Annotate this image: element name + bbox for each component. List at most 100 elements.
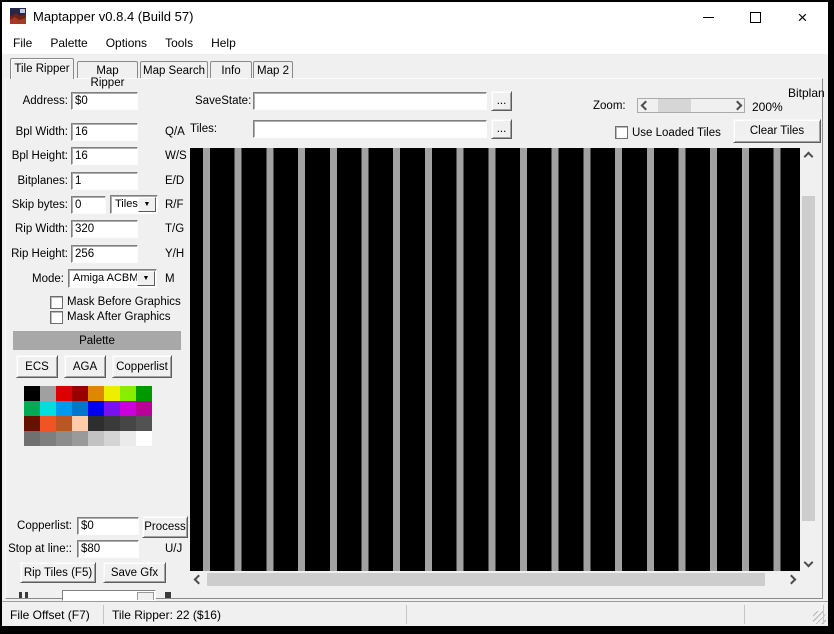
process-button[interactable]: Process — [142, 516, 188, 538]
bitplane-label: Bitplan — [788, 86, 825, 100]
palette-color-cell[interactable] — [40, 401, 56, 416]
tab-map-ripper[interactable]: Map Ripper — [77, 61, 138, 89]
status-panel-2: Tile Ripper: 22 ($16) — [106, 605, 407, 624]
stop-at-line-input[interactable] — [77, 540, 139, 558]
palette-color-cell[interactable] — [136, 431, 152, 446]
palette-color-cell[interactable] — [88, 401, 104, 416]
palette-color-cell[interactable] — [56, 386, 72, 401]
close-icon: × — [797, 7, 808, 27]
menu-palette[interactable]: Palette — [41, 34, 96, 52]
palette-color-cell[interactable] — [56, 401, 72, 416]
minimize-button[interactable] — [685, 2, 732, 32]
zoom-scrollbar[interactable] — [637, 98, 745, 113]
palette-color-cell[interactable] — [104, 431, 120, 446]
palette-grid — [24, 386, 152, 446]
palette-color-cell[interactable] — [24, 416, 40, 431]
palette-color-cell[interactable] — [40, 431, 56, 446]
bpl-height-input[interactable] — [71, 147, 138, 165]
palette-color-cell[interactable] — [136, 401, 152, 416]
bitplanes-input[interactable] — [71, 172, 138, 190]
tiles-browse-button[interactable]: ... — [491, 119, 512, 139]
mask-after-label: Mask After Graphics — [67, 311, 171, 323]
palette-color-cell[interactable] — [24, 431, 40, 446]
zoom-scrollbar-thumb[interactable] — [658, 99, 691, 112]
palette-color-cell[interactable] — [56, 416, 72, 431]
menu-options[interactable]: Options — [97, 34, 156, 52]
zoom-scroll-left-button[interactable] — [638, 99, 652, 112]
palette-color-cell[interactable] — [104, 401, 120, 416]
ecs-button[interactable]: ECS — [16, 355, 58, 378]
savestate-browse-button[interactable]: ... — [491, 91, 512, 111]
vertical-scrollbar-thumb[interactable] — [802, 196, 815, 521]
chevron-down-icon[interactable]: ▼ — [137, 271, 155, 286]
tiles-input[interactable] — [253, 120, 487, 138]
palette-color-cell[interactable] — [120, 416, 136, 431]
palette-color-cell[interactable] — [72, 416, 88, 431]
clipped-combobox[interactable] — [62, 590, 156, 601]
bitplanes-shortcut: E/D — [165, 175, 185, 187]
palette-color-cell[interactable] — [40, 416, 56, 431]
close-button[interactable]: × — [779, 2, 826, 32]
skip-bytes-shortcut: R/F — [165, 199, 184, 211]
tab-map-search[interactable]: Map Search — [140, 61, 208, 78]
mode-combobox[interactable]: Amiga ACBM ▼ — [68, 269, 157, 288]
palette-color-cell[interactable] — [24, 401, 40, 416]
tab-info[interactable]: Info — [210, 61, 252, 78]
copperlist-input[interactable] — [77, 517, 139, 535]
palette-color-cell[interactable] — [40, 386, 56, 401]
skip-bytes-input[interactable] — [71, 196, 106, 214]
rip-tiles-button[interactable]: Rip Tiles (F5) — [20, 562, 96, 583]
maximize-button[interactable] — [732, 2, 779, 32]
canvas-vertical-scrollbar[interactable] — [800, 148, 817, 571]
scroll-up-button[interactable] — [800, 148, 817, 165]
palette-color-cell[interactable] — [120, 386, 136, 401]
palette-color-cell[interactable] — [72, 431, 88, 446]
palette-color-cell[interactable] — [136, 386, 152, 401]
palette-header: Palette — [13, 331, 181, 350]
palette-color-cell[interactable] — [72, 386, 88, 401]
copperlist-button[interactable]: Copperlist — [112, 355, 172, 378]
rip-height-input[interactable] — [71, 245, 138, 263]
palette-color-cell[interactable] — [104, 386, 120, 401]
palette-color-cell[interactable] — [56, 431, 72, 446]
mask-before-checkbox[interactable] — [50, 296, 63, 309]
mode-shortcut: M — [165, 273, 175, 285]
scroll-down-button[interactable] — [800, 554, 817, 571]
canvas-horizontal-scrollbar[interactable] — [190, 571, 800, 588]
menu-file[interactable]: File — [4, 34, 41, 52]
save-gfx-button[interactable]: Save Gfx — [103, 562, 166, 583]
maximize-icon — [750, 11, 761, 23]
palette-color-cell[interactable] — [104, 416, 120, 431]
skip-unit-combobox[interactable]: Tiles ▼ — [110, 195, 158, 214]
palette-color-cell[interactable] — [88, 386, 104, 401]
palette-color-cell[interactable] — [88, 431, 104, 446]
mask-after-checkbox[interactable] — [50, 311, 63, 324]
scroll-left-button[interactable] — [190, 571, 207, 588]
chevron-down-icon[interactable]: ▼ — [138, 197, 156, 212]
palette-color-cell[interactable] — [120, 401, 136, 416]
clear-tiles-button[interactable]: Clear Tiles — [733, 119, 821, 143]
rip-width-label: Rip Width: — [14, 223, 68, 235]
palette-color-cell[interactable] — [120, 431, 136, 446]
address-input[interactable] — [71, 92, 138, 110]
use-loaded-tiles-checkbox[interactable] — [615, 126, 628, 139]
menu-tools[interactable]: Tools — [156, 34, 202, 52]
status-panel-4 — [747, 605, 824, 624]
tab-tile-ripper[interactable]: Tile Ripper — [10, 58, 74, 79]
zoom-scroll-right-button[interactable] — [730, 99, 744, 112]
aga-button[interactable]: AGA — [64, 355, 106, 378]
chevron-right-icon — [786, 574, 797, 585]
tile-canvas[interactable] — [190, 148, 800, 571]
palette-color-cell[interactable] — [88, 416, 104, 431]
savestate-input[interactable] — [253, 92, 487, 110]
savestate-label: SaveState: — [195, 95, 252, 107]
bpl-width-input[interactable] — [71, 123, 138, 141]
scroll-right-button[interactable] — [783, 571, 800, 588]
menu-help[interactable]: Help — [202, 34, 245, 52]
palette-color-cell[interactable] — [136, 416, 152, 431]
horizontal-scrollbar-thumb[interactable] — [207, 573, 765, 586]
rip-width-input[interactable] — [71, 220, 138, 238]
palette-color-cell[interactable] — [72, 401, 88, 416]
palette-color-cell[interactable] — [24, 386, 40, 401]
tab-map-2[interactable]: Map 2 — [253, 61, 293, 78]
